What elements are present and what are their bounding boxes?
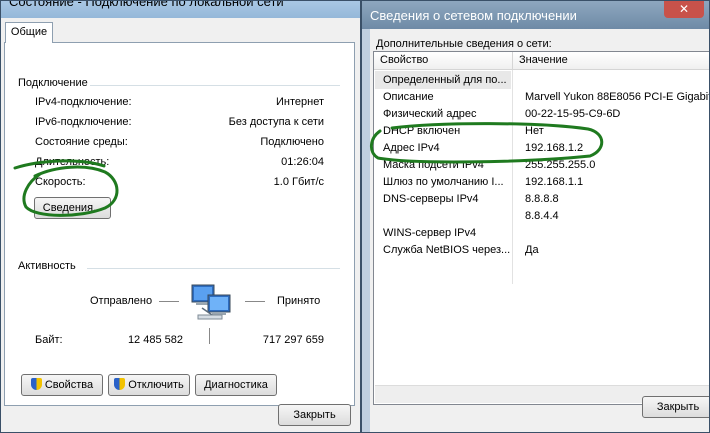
row-value[interactable]: Да: [525, 244, 539, 256]
icon-stem: [209, 328, 210, 344]
media-state-value: Подключено: [260, 136, 324, 148]
row-value[interactable]: 255.255.255.0: [525, 159, 595, 171]
ipv4-label: IPv4-подключение:: [35, 96, 132, 108]
sent-label: Отправлено: [90, 295, 153, 307]
media-state-label: Состояние среды:: [35, 136, 128, 148]
row-property[interactable]: Описание: [383, 91, 434, 103]
close-button[interactable]: Закрыть: [642, 396, 709, 418]
row-value[interactable]: 00-22-15-95-C9-6D: [525, 108, 620, 120]
details-list[interactable]: Свойство Значение Определенный для по...…: [373, 51, 709, 405]
shield-icon: [114, 378, 126, 390]
row-value[interactable]: 192.168.1.1: [525, 176, 583, 188]
column-header-value[interactable]: Значение: [513, 52, 709, 70]
duration-label: Длительность:: [35, 156, 110, 168]
column-divider: [512, 70, 513, 284]
row-property[interactable]: DNS-серверы IPv4: [383, 193, 479, 205]
bytes-label: Байт:: [35, 334, 63, 346]
tab-general[interactable]: Общие: [5, 22, 53, 43]
details-window: Сведения о сетевом подключении ✕ Дополни…: [361, 0, 710, 433]
speed-label: Скорость:: [35, 176, 86, 188]
window-body: Дополнительные сведения о сети: Свойство…: [370, 29, 709, 432]
speed-value: 1.0 Гбит/с: [273, 176, 324, 188]
diagnose-button[interactable]: Диагностика: [195, 374, 277, 396]
ipv6-value: Без доступа к сети: [228, 116, 324, 128]
row-value[interactable]: 8.8.4.4: [525, 210, 559, 222]
disable-label: Отключить: [128, 379, 184, 391]
row-property[interactable]: Определенный для по...: [383, 74, 507, 86]
status-window: Состояние - Подключение по локальной сет…: [0, 0, 361, 433]
close-button[interactable]: Закрыть: [278, 404, 351, 426]
activity-header: Активность: [18, 260, 76, 272]
window-title: Сведения о сетевом подключении: [370, 8, 577, 23]
details-button[interactable]: Сведения...: [34, 197, 111, 219]
row-property[interactable]: DHCP включен: [383, 125, 460, 137]
disable-button[interactable]: Отключить: [108, 374, 190, 396]
duration-value: 01:26:04: [281, 156, 324, 168]
row-value[interactable]: 192.168.1.2: [525, 142, 583, 154]
row-value[interactable]: 8.8.8.8: [525, 193, 559, 205]
column-header-property[interactable]: Свойство: [374, 52, 513, 70]
shield-icon: [30, 378, 42, 390]
title-bar[interactable]: Сведения о сетевом подключении ✕: [362, 1, 709, 29]
window-body: Общие Подключение IPv4-подключение: Инте…: [1, 18, 360, 432]
received-label: Принято: [277, 295, 321, 307]
row-property[interactable]: Служба NetBIOS через...: [383, 244, 510, 256]
properties-button[interactable]: Свойства: [21, 374, 103, 396]
close-icon[interactable]: ✕: [664, 1, 704, 18]
row-value[interactable]: Marvell Yukon 88E8056 PCI-E Gigabit Eth: [525, 91, 709, 103]
row-property[interactable]: Адрес IPv4: [383, 142, 440, 154]
row-property[interactable]: Маска подсети IPv4: [383, 159, 484, 171]
bytes-received-value: 717 297 659: [262, 334, 324, 346]
divider: [90, 85, 340, 86]
received-line: [245, 301, 265, 302]
connection-header: Подключение: [18, 77, 88, 89]
ipv4-value: Интернет: [276, 96, 324, 108]
row-property[interactable]: WINS-сервер IPv4: [383, 227, 476, 239]
row-value[interactable]: Нет: [525, 125, 544, 137]
details-subtitle: Дополнительные сведения о сети:: [376, 38, 552, 50]
properties-label: Свойства: [44, 379, 94, 391]
window-title: Состояние - Подключение по локальной сет…: [9, 0, 284, 9]
row-property[interactable]: Шлюз по умолчанию I...: [383, 176, 504, 188]
ipv6-label: IPv6-подключение:: [35, 116, 132, 128]
sent-line: [159, 301, 179, 302]
general-panel: Подключение IPv4-подключение: Интернет I…: [4, 42, 355, 406]
network-computers-icon: [188, 283, 238, 325]
row-property[interactable]: Физический адрес: [383, 108, 476, 120]
bytes-sent-value: 12 485 582: [127, 334, 183, 346]
divider: [87, 268, 340, 269]
